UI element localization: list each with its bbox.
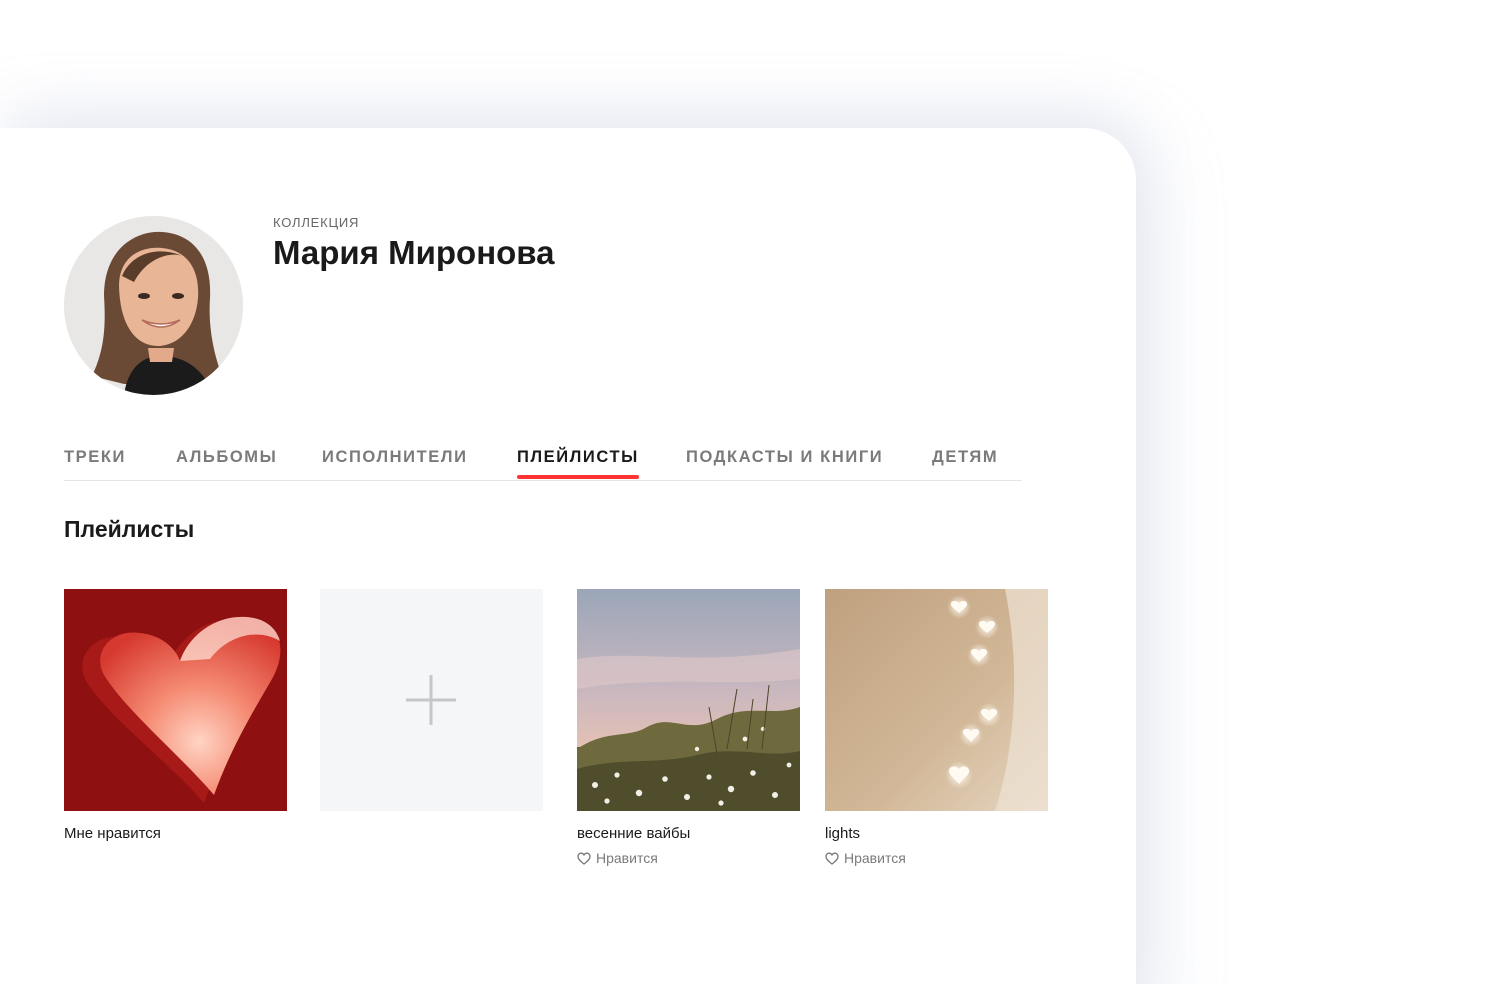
tab-artists[interactable]: ИСПОЛНИТЕЛИ	[322, 448, 468, 479]
plus-icon	[406, 675, 456, 725]
create-playlist-button[interactable]	[320, 589, 543, 811]
create-playlist-tile[interactable]	[320, 589, 543, 811]
tab-tracks[interactable]: ТРЕКИ	[64, 448, 126, 479]
avatar[interactable]	[64, 216, 243, 395]
heart-cover-icon	[64, 589, 287, 811]
lights-cover-icon	[825, 589, 1048, 811]
playlist-name: весенние вайбы	[577, 825, 691, 842]
like-label: Нравится	[596, 850, 658, 866]
meadow-cover-icon	[577, 589, 800, 811]
playlist-name: Мне нравится	[64, 825, 161, 842]
collection-eyebrow: КОЛЛЕКЦИЯ	[273, 215, 360, 230]
playlist-like-status: Нравится	[825, 850, 1048, 866]
heart-outline-icon	[577, 852, 591, 865]
collection-panel: КОЛЛЕКЦИЯ Мария Миронова ТРЕКИ АЛЬБОМЫ И…	[0, 128, 1136, 984]
page-title: Мария Миронова	[273, 234, 555, 271]
playlist-tile-liked[interactable]: Мне нравится	[64, 589, 287, 842]
playlist-tile-lights[interactable]: lights Нравится	[825, 589, 1048, 866]
heart-outline-icon	[825, 852, 839, 865]
tab-albums[interactable]: АЛЬБОМЫ	[176, 448, 277, 479]
tab-playlists[interactable]: ПЛЕЙЛИСТЫ	[517, 448, 639, 479]
tab-podcasts-books[interactable]: ПОДКАСТЫ И КНИГИ	[686, 448, 883, 479]
playlist-like-status: Нравится	[577, 850, 800, 866]
like-label: Нравится	[844, 850, 906, 866]
tab-kids[interactable]: ДЕТЯМ	[932, 448, 998, 479]
playlist-tile-spring[interactable]: весенние вайбы Нравится	[577, 589, 800, 866]
avatar-photo	[64, 216, 243, 395]
section-title: Плейлисты	[64, 516, 195, 542]
page: КОЛЛЕКЦИЯ Мария Миронова ТРЕКИ АЛЬБОМЫ И…	[0, 0, 1496, 984]
collection-tabs: ТРЕКИ АЛЬБОМЫ ИСПОЛНИТЕЛИ ПЛЕЙЛИСТЫ ПОДК…	[64, 444, 1022, 481]
playlist-name: lights	[825, 825, 861, 842]
